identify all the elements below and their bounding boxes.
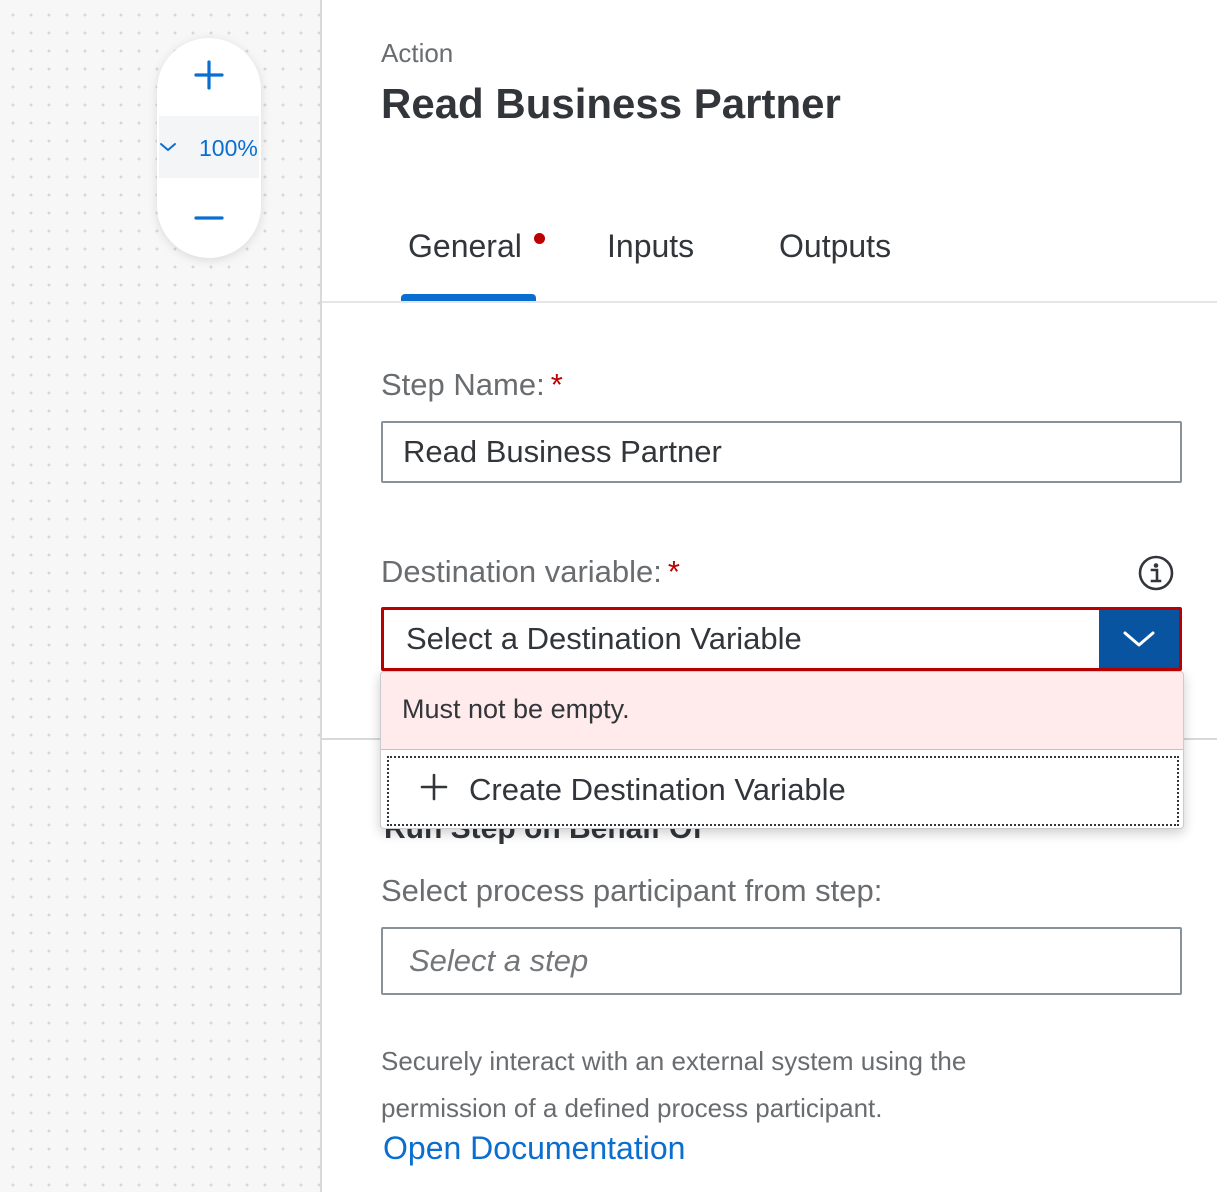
tab-bar-divider bbox=[322, 301, 1217, 303]
participant-label: Select process participant from step: bbox=[381, 873, 883, 908]
validation-error-message: Must not be empty. bbox=[381, 672, 1183, 750]
info-icon[interactable] bbox=[1137, 554, 1175, 592]
participant-step-select[interactable]: Select a step bbox=[381, 927, 1182, 995]
minus-icon bbox=[194, 216, 224, 220]
properties-panel: Action Read Business Partner General Inp… bbox=[322, 0, 1217, 1192]
destination-variable-label-text: Destination variable: bbox=[381, 554, 662, 589]
validation-error-text: Must not be empty. bbox=[402, 694, 630, 724]
zoom-out-button[interactable] bbox=[157, 183, 261, 253]
open-documentation-link[interactable]: Open Documentation bbox=[383, 1130, 685, 1167]
create-destination-variable-label: Create Destination Variable bbox=[469, 772, 846, 807]
step-name-label: Step Name: * bbox=[381, 367, 563, 403]
destination-variable-select[interactable]: Select a Destination Variable bbox=[381, 607, 1182, 671]
step-name-label-text: Step Name: bbox=[381, 367, 545, 402]
plus-icon bbox=[420, 773, 448, 801]
step-name-value: Read Business Partner bbox=[403, 434, 722, 469]
destination-variable-label: Destination variable: * bbox=[381, 554, 680, 590]
plus-icon bbox=[194, 60, 224, 90]
chevron-down-icon bbox=[160, 143, 176, 151]
tab-inputs[interactable]: Inputs bbox=[607, 228, 694, 265]
create-destination-variable-option[interactable]: Create Destination Variable bbox=[387, 756, 1179, 826]
zoom-in-button[interactable] bbox=[157, 40, 261, 110]
tab-general[interactable]: General bbox=[408, 228, 522, 265]
required-marker: * bbox=[550, 367, 563, 402]
dropdown-toggle-button[interactable] bbox=[1099, 610, 1179, 668]
active-tab-indicator bbox=[401, 294, 536, 301]
page-title: Read Business Partner bbox=[381, 80, 841, 127]
participant-placeholder: Select a step bbox=[409, 943, 589, 978]
required-marker: * bbox=[667, 554, 680, 589]
destination-variable-placeholder: Select a Destination Variable bbox=[406, 621, 802, 656]
destination-variable-dropdown: Must not be empty. Create Destination Va… bbox=[380, 671, 1184, 829]
help-text: Securely interact with an external syste… bbox=[381, 1046, 967, 1123]
panel-subtitle: Action bbox=[381, 38, 454, 68]
tab-outputs[interactable]: Outputs bbox=[779, 228, 891, 265]
zoom-level-dropdown[interactable]: 100% bbox=[159, 116, 259, 178]
zoom-level-value: 100% bbox=[199, 135, 258, 161]
zoom-control: 100% bbox=[157, 38, 261, 258]
error-indicator-dot bbox=[534, 233, 545, 244]
step-name-input[interactable]: Read Business Partner bbox=[381, 421, 1182, 483]
chevron-down-icon bbox=[1123, 631, 1155, 647]
